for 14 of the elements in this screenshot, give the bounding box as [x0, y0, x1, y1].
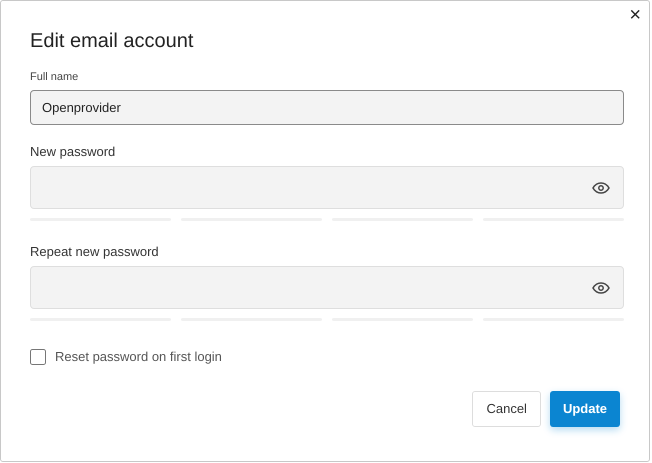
checkbox-label: Reset password on first login: [55, 348, 222, 366]
field-label: New password: [30, 144, 116, 160]
checkbox[interactable]: [30, 348, 46, 365]
update-button[interactable]: Update: [550, 390, 620, 426]
password-field[interactable]: [30, 166, 624, 209]
eye-icon[interactable]: [592, 282, 610, 294]
close-button[interactable]: ×: [629, 3, 641, 27]
field-label: Repeat new password: [30, 244, 160, 260]
password-field[interactable]: [30, 266, 624, 309]
eye-icon[interactable]: [592, 182, 610, 194]
field-label: Full name: [30, 70, 80, 84]
dialog-title: Edit email account: [30, 29, 194, 54]
input-field[interactable]: Openprovider: [30, 90, 624, 125]
cancel-button[interactable]: Cancel: [472, 390, 541, 426]
